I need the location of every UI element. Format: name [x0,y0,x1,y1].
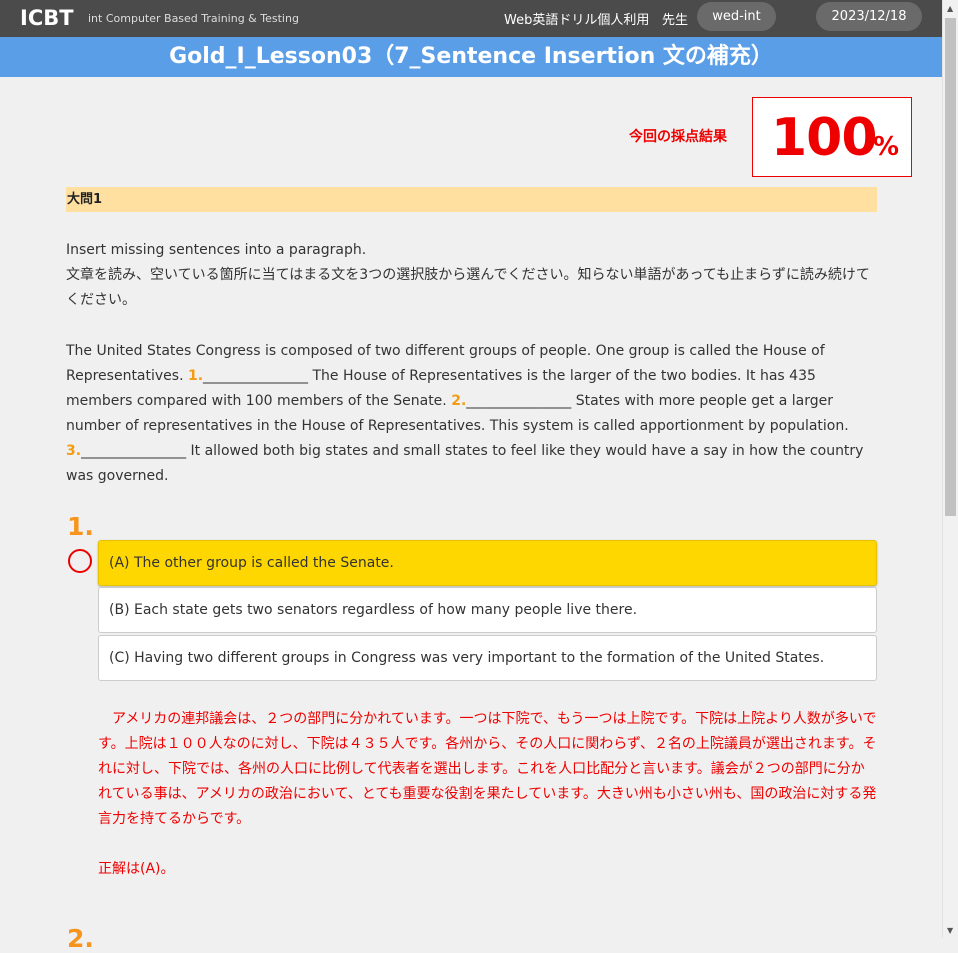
next-question-number: 2. [67,924,94,953]
service-name: Web英語ドリル個人利用 [504,13,650,28]
passage-text: It allowed both big states and small sta… [66,443,864,484]
score-unit: % [873,132,900,162]
scrollbar-thumb[interactable] [945,18,956,516]
section-heading: 大問1 [66,187,877,212]
scroll-down-arrow-icon[interactable]: ▼ [947,926,953,935]
blank-line: _______________ [81,443,187,459]
app-tagline: int Computer Based Training & Testing [88,12,299,25]
blank-number: 2. [451,393,467,409]
score-box: 100 % [752,97,912,177]
answer-option-c[interactable]: (C) Having two different groups in Congr… [98,635,877,681]
blank-number: 3. [66,443,82,459]
user-id-badge[interactable]: wed-int [697,2,776,31]
answer-option-a[interactable]: (A) The other group is called the Senate… [98,540,877,586]
blank-number: 1. [187,368,204,384]
explanation-text: アメリカの連邦議会は、２つの部門に分かれています。一つは下院で、もう一つは上院で… [98,711,877,827]
page-title: Gold_I_Lesson03（7_Sentence Insertion 文の補… [0,37,942,77]
score-value: 100 [771,108,878,168]
blank-line: _______________ [466,393,572,409]
instructions: Insert missing sentences into a paragrap… [66,238,877,313]
question-number: 1. [67,512,94,541]
scroll-up-arrow-icon[interactable]: ▲ [947,4,953,13]
blank-line: _______________ [203,368,309,384]
app-logo: ICBT [20,6,74,30]
correct-answer-text: 正解は(A)。 [98,861,175,877]
user-role: 先生 [662,13,689,28]
correct-circle-icon [68,549,92,573]
reading-passage: The United States Congress is composed o… [66,339,877,489]
instruction-english: Insert missing sentences into a paragrap… [66,242,367,258]
answer-option-b[interactable]: (B) Each state gets two senators regardl… [98,587,877,633]
score-label: 今回の採点結果 [629,129,727,145]
date-badge: 2023/12/18 [816,2,922,31]
top-header: ICBT int Computer Based Training & Testi… [0,0,942,37]
instruction-japanese: 文章を読み、空いている箇所に当てはまる文を3つの選択肢から選んでください。知らな… [66,267,870,308]
vertical-scrollbar[interactable]: ▲ ▼ [942,0,958,938]
